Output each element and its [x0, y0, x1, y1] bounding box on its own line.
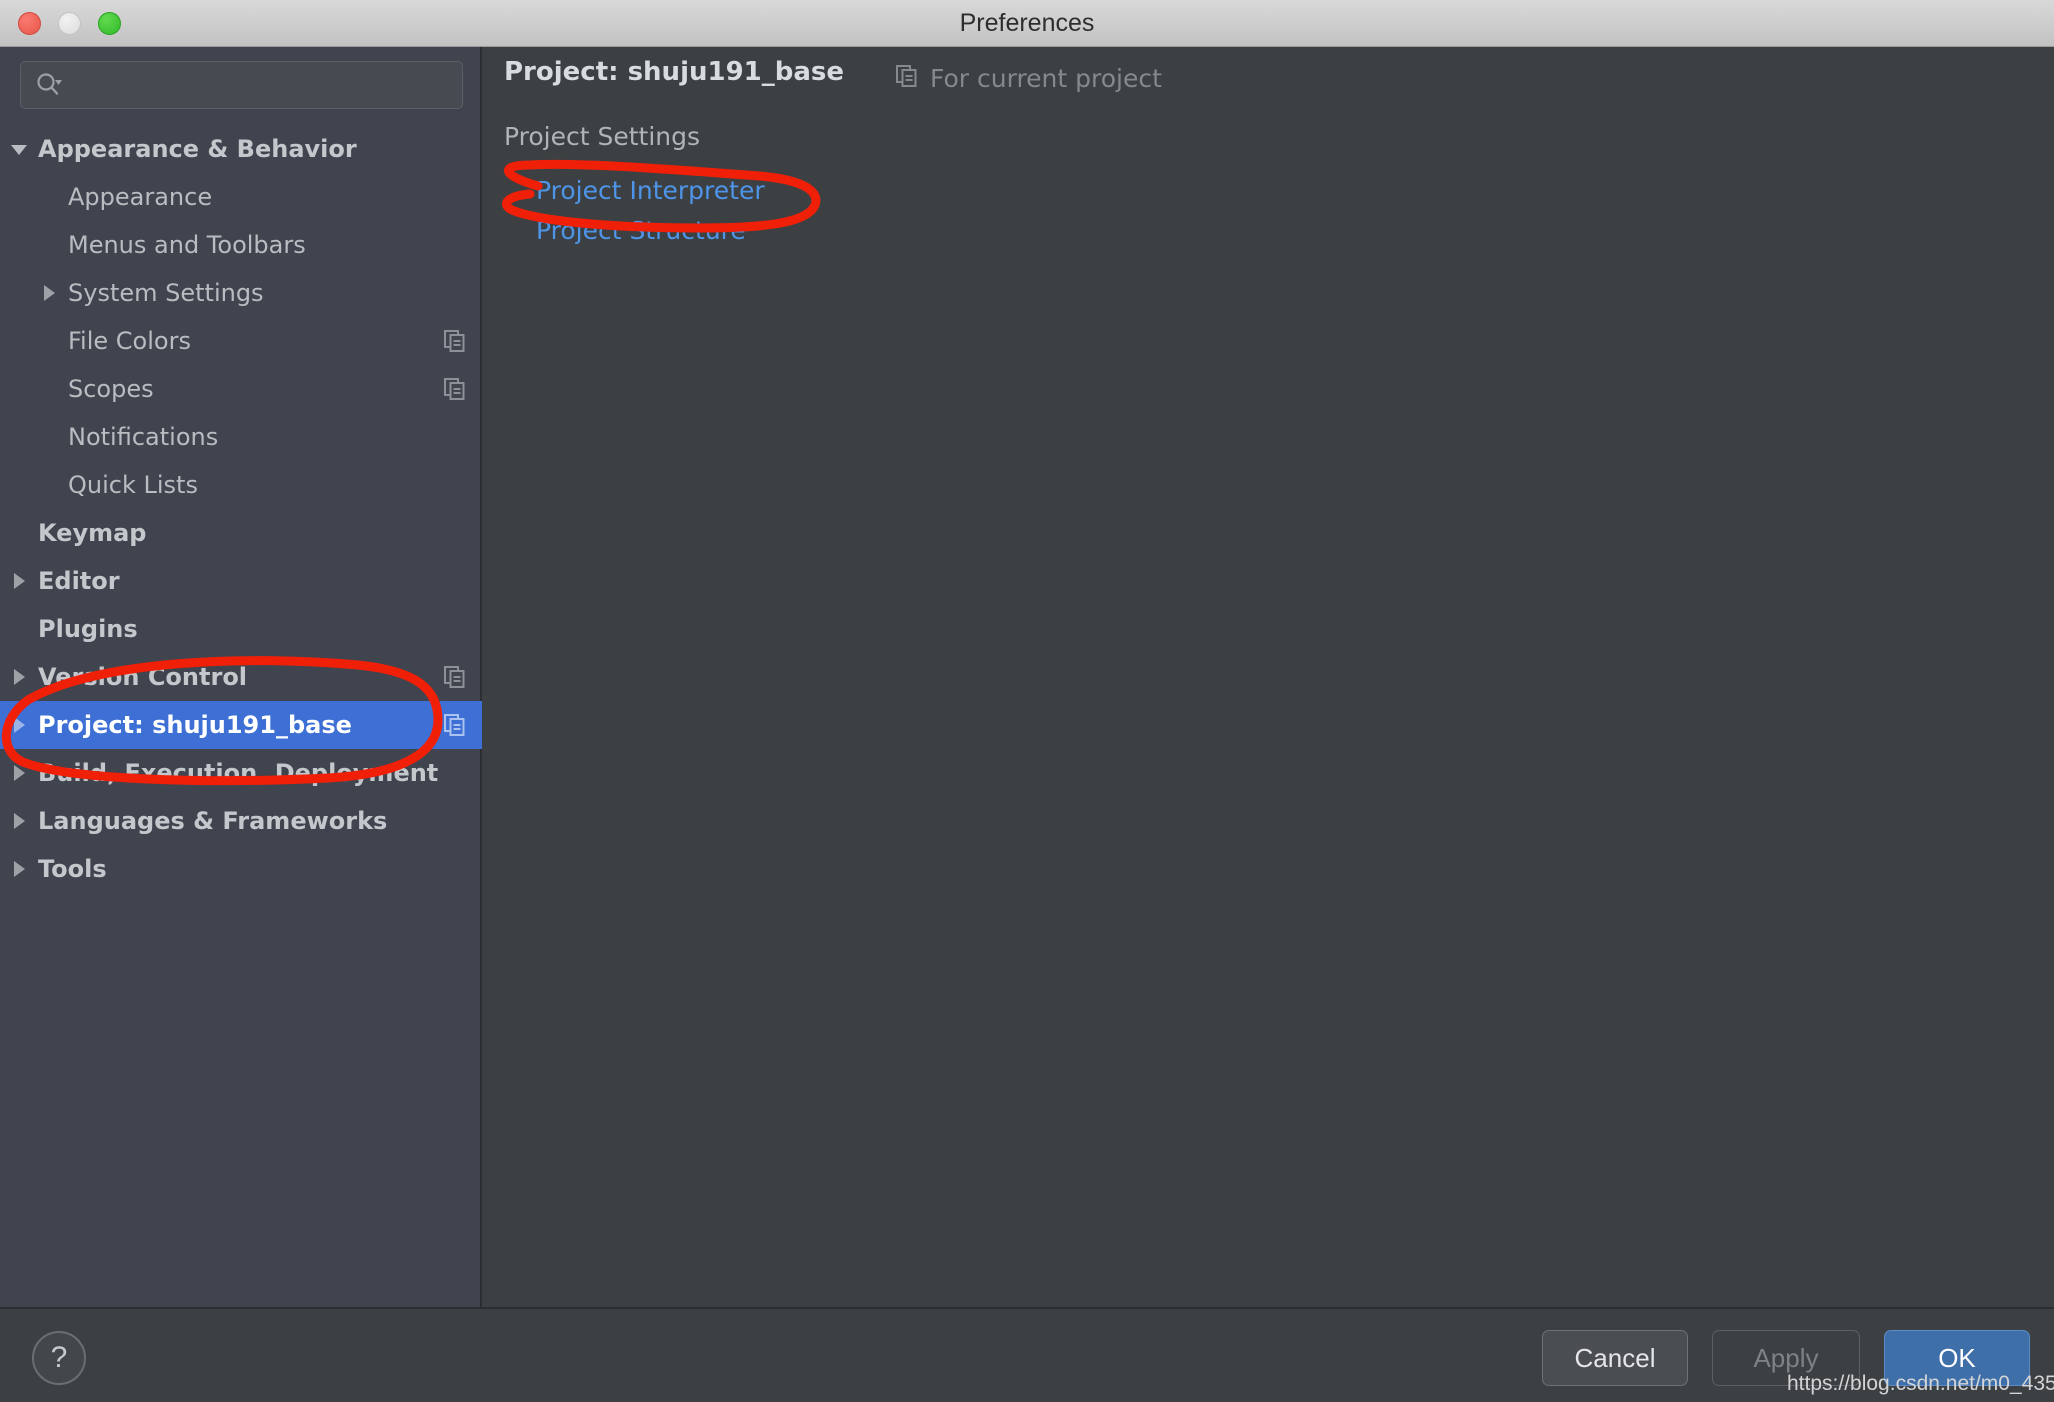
sidebar-item-label: Version Control — [38, 663, 248, 691]
window-title-bar: Preferences — [0, 0, 2054, 47]
chevron-right-icon[interactable] — [0, 714, 38, 736]
sidebar-item-label: Quick Lists — [68, 471, 198, 499]
link-project-structure[interactable]: Project Structure — [536, 216, 746, 245]
chevron-right-icon[interactable] — [30, 282, 68, 304]
chevron-right-icon[interactable] — [0, 810, 38, 832]
sidebar-item-label: Menus and Toolbars — [68, 231, 306, 259]
sidebar-item-system-settings[interactable]: System Settings — [0, 269, 482, 317]
sidebar-item-label: Scopes — [68, 375, 154, 403]
settings-detail-panel: Project: shuju191_base For current proje… — [484, 47, 2054, 1307]
sidebar-item-label: Appearance & Behavior — [38, 135, 357, 163]
sidebar-item-label: Appearance — [68, 183, 213, 211]
cancel-button[interactable]: Cancel — [1542, 1330, 1688, 1386]
sidebar-item-label: Languages & Frameworks — [38, 807, 388, 835]
window-title: Preferences — [959, 9, 1095, 37]
copy-icon — [894, 63, 920, 93]
sidebar-item-label: Tools — [38, 855, 107, 883]
content-area: Appearance & Behavior Appearance Menus and… — [0, 47, 2054, 1307]
settings-sidebar: Appearance & Behavior Appearance Menus and… — [0, 47, 482, 1307]
sidebar-item-editor[interactable]: Editor — [0, 557, 482, 605]
sidebar-item-quick-lists[interactable]: Quick Lists — [0, 461, 482, 509]
for-current-project-label: For current project — [930, 63, 1162, 93]
sidebar-item-appearance[interactable]: Appearance — [0, 173, 482, 221]
sidebar-item-menus-and-toolbars[interactable]: Menus and Toolbars — [0, 221, 482, 269]
sidebar-item-appearance-behavior[interactable]: Appearance & Behavior — [0, 125, 482, 173]
section-heading: Project Settings — [504, 122, 701, 151]
copy-icon[interactable] — [442, 376, 468, 402]
search-field[interactable] — [20, 61, 463, 109]
sidebar-item-languages-frameworks[interactable]: Languages & Frameworks — [0, 797, 482, 845]
panel-header: Project: shuju191_base — [504, 57, 844, 87]
search-icon — [35, 71, 63, 99]
preferences-window: Preferences Appearance & Behavior Appeara… — [0, 0, 2054, 1402]
watermark-text: https://blog.csdn.net/m0_43505377 — [1787, 1372, 2054, 1395]
sidebar-item-file-colors[interactable]: File Colors — [0, 317, 482, 365]
sidebar-item-label: File Colors — [68, 327, 191, 355]
settings-tree: Appearance & Behavior Appearance Menus and… — [0, 125, 482, 893]
help-button[interactable]: ? — [32, 1331, 86, 1385]
sidebar-item-version-control[interactable]: Version Control — [0, 653, 482, 701]
search-input[interactable] — [63, 63, 462, 107]
sidebar-item-tools[interactable]: Tools — [0, 845, 482, 893]
sidebar-item-label: Editor — [38, 567, 120, 595]
chevron-right-icon[interactable] — [0, 858, 38, 880]
chevron-down-icon[interactable] — [0, 138, 38, 160]
chevron-right-icon[interactable] — [0, 666, 38, 688]
sidebar-item-label: Project: shuju191_base — [38, 711, 352, 739]
page-title: Project: shuju191_base — [504, 57, 845, 87]
copy-icon[interactable] — [442, 328, 468, 354]
sidebar-item-label: System Settings — [68, 279, 264, 307]
sidebar-item-label: Plugins — [38, 615, 138, 643]
sidebar-item-label: Keymap — [38, 519, 147, 547]
chevron-right-icon[interactable] — [0, 570, 38, 592]
chevron-right-icon[interactable] — [0, 762, 38, 784]
copy-icon[interactable] — [442, 712, 468, 738]
sidebar-item-label: Build, Execution, Deployment — [38, 759, 439, 787]
sidebar-item-build-execution-deployment[interactable]: Build, Execution, Deployment — [0, 749, 482, 797]
sidebar-item-notifications[interactable]: Notifications — [0, 413, 482, 461]
sidebar-item-project-shuju191-base[interactable]: Project: shuju191_base — [0, 701, 482, 749]
sidebar-item-scopes[interactable]: Scopes — [0, 365, 482, 413]
for-current-project: For current project — [894, 63, 1162, 93]
sidebar-item-plugins[interactable]: Plugins — [0, 605, 482, 653]
copy-icon[interactable] — [442, 664, 468, 690]
link-project-interpreter[interactable]: Project Interpreter — [536, 176, 765, 205]
sidebar-item-label: Notifications — [68, 423, 219, 451]
sidebar-item-keymap[interactable]: Keymap — [0, 509, 482, 557]
